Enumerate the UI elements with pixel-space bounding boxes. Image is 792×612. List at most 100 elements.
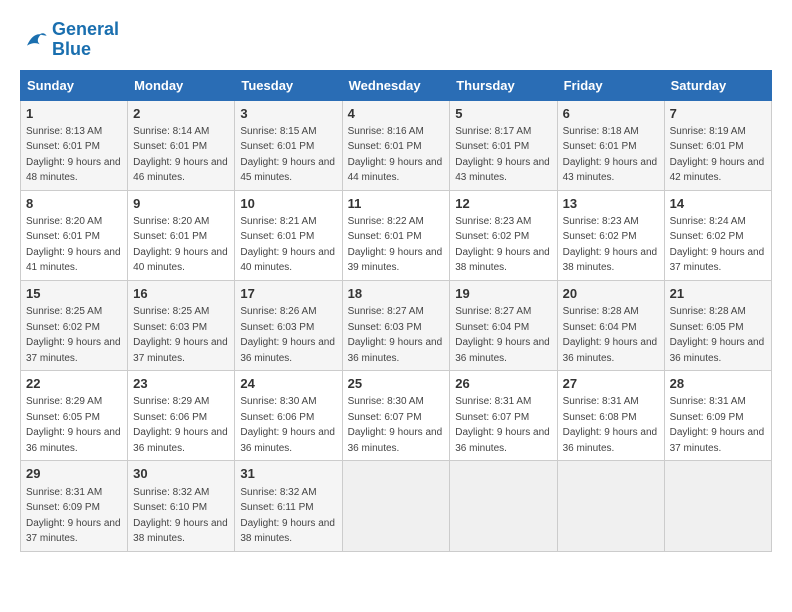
header-day: Monday <box>128 70 235 100</box>
day-number: 9 <box>133 195 229 213</box>
day-info: Sunrise: 8:20 AMSunset: 6:01 PMDaylight:… <box>133 216 228 274</box>
day-info: Sunrise: 8:21 AMSunset: 6:01 PMDaylight:… <box>240 216 335 274</box>
day-number: 11 <box>348 195 445 213</box>
calendar-week-row: 15 Sunrise: 8:25 AMSunset: 6:02 PMDaylig… <box>21 280 772 370</box>
calendar-cell: 25 Sunrise: 8:30 AMSunset: 6:07 PMDaylig… <box>342 371 450 461</box>
day-info: Sunrise: 8:29 AMSunset: 6:05 PMDaylight:… <box>26 396 121 454</box>
calendar-table: SundayMondayTuesdayWednesdayThursdayFrid… <box>20 70 772 552</box>
day-info: Sunrise: 8:32 AMSunset: 6:10 PMDaylight:… <box>133 487 228 545</box>
calendar-cell: 2 Sunrise: 8:14 AMSunset: 6:01 PMDayligh… <box>128 100 235 190</box>
header-day: Thursday <box>450 70 557 100</box>
calendar-cell: 23 Sunrise: 8:29 AMSunset: 6:06 PMDaylig… <box>128 371 235 461</box>
day-info: Sunrise: 8:24 AMSunset: 6:02 PMDaylight:… <box>670 216 765 274</box>
header-day: Saturday <box>664 70 771 100</box>
day-number: 3 <box>240 105 336 123</box>
day-number: 30 <box>133 465 229 483</box>
day-number: 28 <box>670 375 766 393</box>
day-number: 16 <box>133 285 229 303</box>
day-number: 13 <box>563 195 659 213</box>
day-info: Sunrise: 8:31 AMSunset: 6:09 PMDaylight:… <box>26 487 121 545</box>
day-number: 23 <box>133 375 229 393</box>
day-info: Sunrise: 8:26 AMSunset: 6:03 PMDaylight:… <box>240 306 335 364</box>
calendar-week-row: 22 Sunrise: 8:29 AMSunset: 6:05 PMDaylig… <box>21 371 772 461</box>
header-row: SundayMondayTuesdayWednesdayThursdayFrid… <box>21 70 772 100</box>
day-number: 1 <box>26 105 122 123</box>
calendar-cell: 7 Sunrise: 8:19 AMSunset: 6:01 PMDayligh… <box>664 100 771 190</box>
day-info: Sunrise: 8:31 AMSunset: 6:08 PMDaylight:… <box>563 396 658 454</box>
calendar-cell: 27 Sunrise: 8:31 AMSunset: 6:08 PMDaylig… <box>557 371 664 461</box>
page-header: General Blue <box>20 20 772 60</box>
calendar-cell: 15 Sunrise: 8:25 AMSunset: 6:02 PMDaylig… <box>21 280 128 370</box>
calendar-cell: 13 Sunrise: 8:23 AMSunset: 6:02 PMDaylig… <box>557 190 664 280</box>
day-number: 5 <box>455 105 551 123</box>
calendar-cell: 11 Sunrise: 8:22 AMSunset: 6:01 PMDaylig… <box>342 190 450 280</box>
day-info: Sunrise: 8:20 AMSunset: 6:01 PMDaylight:… <box>26 216 121 274</box>
logo: General Blue <box>20 20 119 60</box>
calendar-cell: 1 Sunrise: 8:13 AMSunset: 6:01 PMDayligh… <box>21 100 128 190</box>
day-number: 17 <box>240 285 336 303</box>
day-number: 2 <box>133 105 229 123</box>
day-info: Sunrise: 8:17 AMSunset: 6:01 PMDaylight:… <box>455 126 550 184</box>
calendar-cell: 4 Sunrise: 8:16 AMSunset: 6:01 PMDayligh… <box>342 100 450 190</box>
day-number: 19 <box>455 285 551 303</box>
day-number: 21 <box>670 285 766 303</box>
calendar-cell: 8 Sunrise: 8:20 AMSunset: 6:01 PMDayligh… <box>21 190 128 280</box>
day-number: 4 <box>348 105 445 123</box>
calendar-cell: 21 Sunrise: 8:28 AMSunset: 6:05 PMDaylig… <box>664 280 771 370</box>
day-number: 18 <box>348 285 445 303</box>
day-info: Sunrise: 8:32 AMSunset: 6:11 PMDaylight:… <box>240 487 335 545</box>
calendar-cell: 17 Sunrise: 8:26 AMSunset: 6:03 PMDaylig… <box>235 280 342 370</box>
calendar-cell: 29 Sunrise: 8:31 AMSunset: 6:09 PMDaylig… <box>21 461 128 551</box>
day-number: 25 <box>348 375 445 393</box>
day-number: 8 <box>26 195 122 213</box>
day-info: Sunrise: 8:27 AMSunset: 6:03 PMDaylight:… <box>348 306 443 364</box>
calendar-cell: 10 Sunrise: 8:21 AMSunset: 6:01 PMDaylig… <box>235 190 342 280</box>
day-info: Sunrise: 8:13 AMSunset: 6:01 PMDaylight:… <box>26 126 121 184</box>
calendar-cell: 19 Sunrise: 8:27 AMSunset: 6:04 PMDaylig… <box>450 280 557 370</box>
day-info: Sunrise: 8:27 AMSunset: 6:04 PMDaylight:… <box>455 306 550 364</box>
header-day: Sunday <box>21 70 128 100</box>
day-info: Sunrise: 8:31 AMSunset: 6:07 PMDaylight:… <box>455 396 550 454</box>
day-info: Sunrise: 8:22 AMSunset: 6:01 PMDaylight:… <box>348 216 443 274</box>
calendar-cell: 24 Sunrise: 8:30 AMSunset: 6:06 PMDaylig… <box>235 371 342 461</box>
calendar-week-row: 8 Sunrise: 8:20 AMSunset: 6:01 PMDayligh… <box>21 190 772 280</box>
day-info: Sunrise: 8:18 AMSunset: 6:01 PMDaylight:… <box>563 126 658 184</box>
day-info: Sunrise: 8:14 AMSunset: 6:01 PMDaylight:… <box>133 126 228 184</box>
calendar-cell <box>557 461 664 551</box>
day-info: Sunrise: 8:15 AMSunset: 6:01 PMDaylight:… <box>240 126 335 184</box>
day-info: Sunrise: 8:19 AMSunset: 6:01 PMDaylight:… <box>670 126 765 184</box>
day-number: 10 <box>240 195 336 213</box>
day-info: Sunrise: 8:30 AMSunset: 6:06 PMDaylight:… <box>240 396 335 454</box>
calendar-cell <box>342 461 450 551</box>
calendar-week-row: 1 Sunrise: 8:13 AMSunset: 6:01 PMDayligh… <box>21 100 772 190</box>
calendar-cell: 26 Sunrise: 8:31 AMSunset: 6:07 PMDaylig… <box>450 371 557 461</box>
calendar-cell: 12 Sunrise: 8:23 AMSunset: 6:02 PMDaylig… <box>450 190 557 280</box>
day-number: 6 <box>563 105 659 123</box>
day-info: Sunrise: 8:30 AMSunset: 6:07 PMDaylight:… <box>348 396 443 454</box>
day-info: Sunrise: 8:28 AMSunset: 6:05 PMDaylight:… <box>670 306 765 364</box>
day-info: Sunrise: 8:23 AMSunset: 6:02 PMDaylight:… <box>455 216 550 274</box>
day-number: 7 <box>670 105 766 123</box>
day-number: 14 <box>670 195 766 213</box>
day-number: 12 <box>455 195 551 213</box>
calendar-cell <box>450 461 557 551</box>
logo-icon <box>20 26 48 54</box>
day-number: 20 <box>563 285 659 303</box>
calendar-cell <box>664 461 771 551</box>
header-day: Friday <box>557 70 664 100</box>
calendar-cell: 9 Sunrise: 8:20 AMSunset: 6:01 PMDayligh… <box>128 190 235 280</box>
day-number: 26 <box>455 375 551 393</box>
day-info: Sunrise: 8:23 AMSunset: 6:02 PMDaylight:… <box>563 216 658 274</box>
calendar-week-row: 29 Sunrise: 8:31 AMSunset: 6:09 PMDaylig… <box>21 461 772 551</box>
header-day: Wednesday <box>342 70 450 100</box>
header-day: Tuesday <box>235 70 342 100</box>
calendar-cell: 31 Sunrise: 8:32 AMSunset: 6:11 PMDaylig… <box>235 461 342 551</box>
day-number: 24 <box>240 375 336 393</box>
calendar-cell: 3 Sunrise: 8:15 AMSunset: 6:01 PMDayligh… <box>235 100 342 190</box>
calendar-cell: 28 Sunrise: 8:31 AMSunset: 6:09 PMDaylig… <box>664 371 771 461</box>
calendar-cell: 14 Sunrise: 8:24 AMSunset: 6:02 PMDaylig… <box>664 190 771 280</box>
day-number: 27 <box>563 375 659 393</box>
calendar-cell: 30 Sunrise: 8:32 AMSunset: 6:10 PMDaylig… <box>128 461 235 551</box>
calendar-cell: 16 Sunrise: 8:25 AMSunset: 6:03 PMDaylig… <box>128 280 235 370</box>
logo-text: General Blue <box>52 20 119 60</box>
